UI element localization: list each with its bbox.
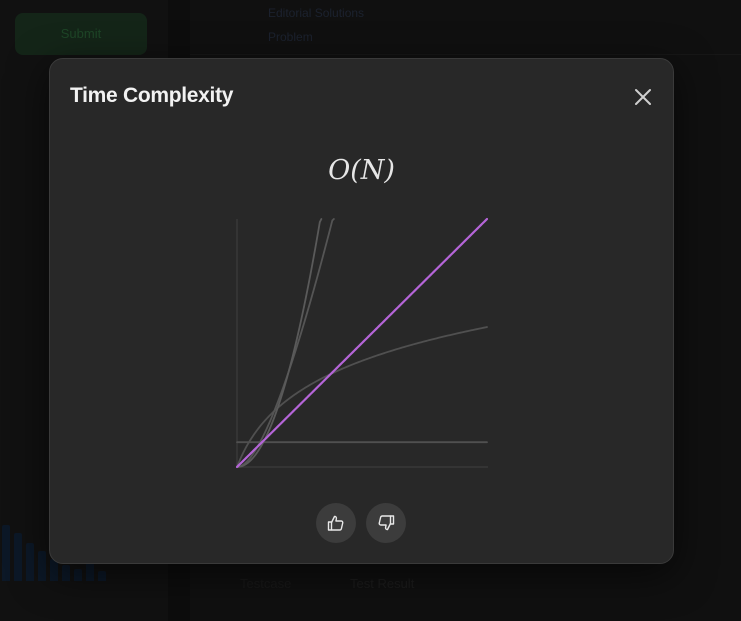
thumbs-up-icon [327, 515, 344, 531]
complexity-formula: O(N) [328, 155, 395, 186]
complexity-curve-linear [236, 217, 488, 469]
close-icon [635, 89, 651, 105]
complexity-curve-quadratic [236, 218, 323, 468]
feedback-buttons [316, 503, 408, 545]
complexity-chart-svg [236, 217, 488, 469]
complexity-curve-logarithmic [236, 326, 488, 468]
complexity-chart [236, 217, 488, 469]
thumbs-up-button[interactable] [316, 503, 356, 543]
close-button[interactable] [631, 85, 655, 109]
complexity-curve-linearithmic [236, 218, 335, 468]
thumbs-down-icon [378, 515, 395, 531]
modal-title: Time Complexity [70, 84, 234, 107]
time-complexity-modal: Time Complexity O(N) [49, 58, 674, 564]
thumbs-down-button[interactable] [366, 503, 406, 543]
